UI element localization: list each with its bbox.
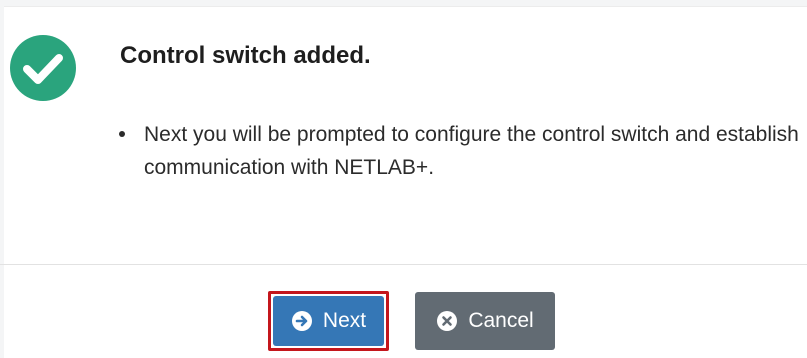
cancel-button-label: Cancel — [468, 309, 534, 332]
message-list: Next you will be prompted to configure t… — [117, 118, 807, 184]
arrow-circle-right-icon — [291, 310, 313, 332]
dialog: Control switch added. Next you will be p… — [0, 0, 807, 358]
times-circle-icon — [436, 310, 458, 332]
bullet — [119, 131, 125, 137]
top-edge — [0, 0, 807, 7]
cancel-button[interactable]: Cancel — [415, 292, 555, 350]
check-circle-icon — [9, 34, 77, 102]
dialog-footer: Next Cancel — [0, 265, 807, 358]
message-item: Next you will be prompted to configure t… — [117, 118, 807, 184]
next-button[interactable]: Next — [273, 296, 384, 346]
message-text: Next you will be prompted to configure t… — [144, 123, 799, 179]
dialog-title: Control switch added. — [120, 42, 371, 69]
next-button-label: Next — [322, 309, 367, 332]
